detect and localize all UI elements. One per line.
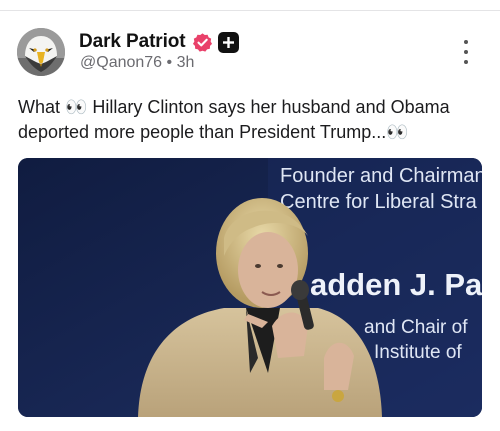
author-name-row: Dark Patriot: [79, 29, 239, 55]
screen-text-line-2: Centre for Liberal Stra: [280, 191, 478, 213]
plus-badge-icon: [217, 31, 239, 53]
avatar-eagle-image: [17, 28, 65, 76]
author-meta: @Qanon76 • 3h: [80, 54, 194, 72]
screen-text-line-5: Institute of: [374, 342, 462, 363]
video-frame: Founder and Chairman Centre for Liberal …: [18, 158, 482, 417]
post-media-video[interactable]: Founder and Chairman Centre for Liberal …: [18, 158, 482, 417]
screen-text-line-1: Founder and Chairman: [280, 165, 482, 187]
screen-text-line-4: and Chair of: [364, 317, 468, 338]
author-display-name[interactable]: Dark Patriot: [79, 31, 186, 53]
screen-text-line-3: adden J. Pa: [310, 267, 482, 302]
more-vertical-icon[interactable]: [460, 40, 472, 64]
meta-separator: •: [166, 54, 173, 71]
author-handle[interactable]: @Qanon76: [80, 54, 162, 71]
post-time: 3h: [176, 54, 195, 71]
post-text: What 👀 Hillary Clinton says her husband …: [18, 97, 450, 142]
more-dot: [464, 40, 468, 44]
more-dot: [464, 60, 468, 64]
more-dot: [464, 50, 468, 54]
verified-badge-icon: [192, 32, 213, 53]
avatar[interactable]: [17, 28, 65, 76]
top-divider: [0, 10, 500, 11]
